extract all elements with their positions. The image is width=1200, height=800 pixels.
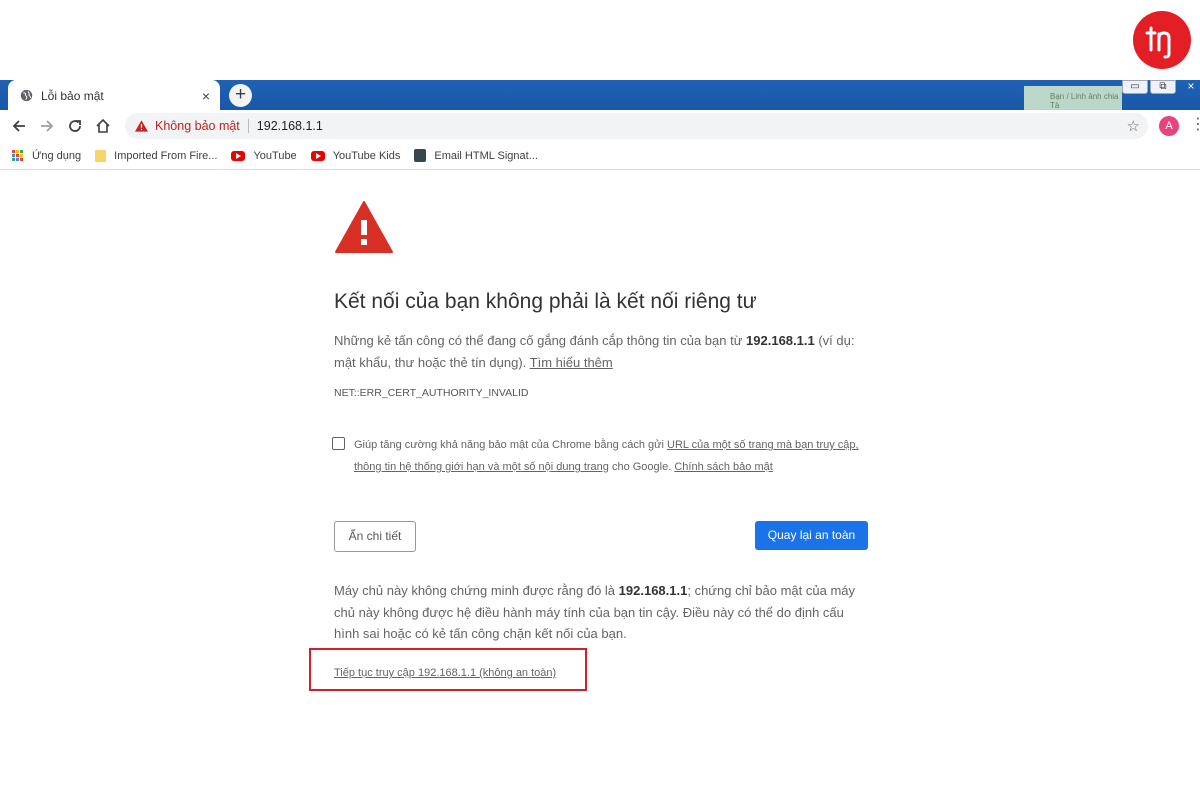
warning-icon (135, 120, 148, 132)
star-icon[interactable]: ☆ (1127, 117, 1140, 135)
hide-details-button[interactable]: Ẩn chi tiết (334, 521, 416, 552)
privacy-policy-link[interactable]: Chính sách bảo mật (674, 461, 772, 473)
arrow-right-icon (41, 120, 54, 132)
top-margin (0, 0, 1200, 80)
restore-button[interactable]: ⧉ (1150, 80, 1176, 94)
desc-host: 192.168.1.1 (746, 333, 815, 348)
tab-security-error[interactable]: Lỗi bảo mật × (8, 80, 220, 111)
learn-more-link[interactable]: Tìm hiểu thêm (530, 355, 613, 370)
bookmark-label: YouTube Kids (332, 149, 401, 162)
youtube-icon (231, 150, 246, 161)
forward-button[interactable] (33, 112, 61, 140)
tab-title: Lỗi bảo mật (41, 88, 104, 103)
bookmark-youtube[interactable]: YouTube (231, 149, 297, 162)
optin-text-before: Giúp tăng cường khả năng bảo mật của Chr… (354, 439, 668, 451)
security-chip[interactable]: Không bảo mật (155, 119, 240, 133)
home-icon (96, 118, 110, 133)
bookmark-label: YouTube (253, 149, 297, 162)
url-text[interactable]: 192.168.1.1 (257, 119, 323, 133)
toolbar: Không bảo mật 192.168.1.1 ☆ (0, 110, 1200, 142)
optin-checkbox[interactable] (332, 437, 345, 450)
proceed-unsafe-link[interactable]: Tiếp tục truy cập 192.168.1.1 (không an … (334, 667, 556, 679)
bookmarks-bar: Ứng dụng Imported From Fire... YouTube Y… (0, 142, 1200, 170)
error-code: NET::ERR_CERT_AUTHORITY_INVALID (334, 387, 529, 399)
background-window-text: Bạn / Linh ảnh chia Tà (1050, 92, 1119, 110)
tab-close-icon[interactable]: × (202, 88, 210, 104)
detail-host: 192.168.1.1 (618, 583, 688, 598)
window-close-button[interactable]: × (1178, 80, 1200, 94)
page-title: Kết nối của bạn không phải là kết nối ri… (334, 290, 757, 313)
brand-logo-mark (1145, 26, 1171, 59)
bookmark-label: Email HTML Signat... (434, 149, 538, 162)
background-window-preview: Bạn / Linh ảnh chia Tà (1024, 86, 1122, 110)
home-button[interactable] (89, 112, 117, 140)
large-warning-icon (335, 201, 393, 253)
omnibox-divider (247, 119, 249, 133)
bookmark-label: Imported From Fire... (114, 149, 218, 162)
brand-logo (1133, 11, 1191, 69)
new-tab-button[interactable]: + (229, 84, 252, 107)
warning-description: Những kẻ tấn công có thể đang cố gắng đá… (334, 330, 866, 374)
youtube-icon (310, 150, 325, 161)
profile-avatar[interactable]: A (1159, 116, 1179, 136)
optin-text-middle: cho Google. (608, 461, 675, 473)
back-to-safety-button[interactable]: Quay lại an toàn (755, 521, 868, 550)
minimize-button[interactable]: ▭ (1122, 80, 1148, 94)
reload-icon (69, 120, 81, 132)
bookmark-label: Ứng dụng (32, 149, 82, 162)
desc-text: Những kẻ tấn công có thể đang cố gắng đá… (334, 333, 747, 348)
folder-icon (95, 149, 107, 162)
reload-button[interactable] (61, 112, 89, 140)
details-explanation: Máy chủ này không chứng minh được rằng đ… (334, 580, 872, 645)
document-icon (414, 149, 427, 162)
bookmark-youtube-kids[interactable]: YouTube Kids (310, 149, 401, 162)
safe-browsing-optin: Giúp tăng cường khả năng bảo mật của Chr… (332, 434, 872, 478)
kebab-menu-icon[interactable]: ⋮ (1190, 117, 1200, 133)
detail-text: Máy chủ này không chứng minh được rằng đ… (334, 583, 619, 598)
globe-icon (20, 89, 33, 102)
bookmark-imported-folder[interactable]: Imported From Fire... (95, 149, 218, 162)
address-bar[interactable]: Không bảo mật 192.168.1.1 ☆ (125, 113, 1148, 139)
bookmark-apps[interactable]: Ứng dụng (12, 149, 82, 162)
back-button[interactable] (5, 112, 33, 140)
window-controls: ▭ ⧉ × (1122, 80, 1200, 94)
optin-text: Giúp tăng cường khả năng bảo mật của Chr… (354, 434, 872, 478)
arrow-left-icon (12, 120, 25, 132)
bookmark-email-signature[interactable]: Email HTML Signat... (414, 149, 538, 162)
apps-grid-icon (12, 149, 24, 162)
